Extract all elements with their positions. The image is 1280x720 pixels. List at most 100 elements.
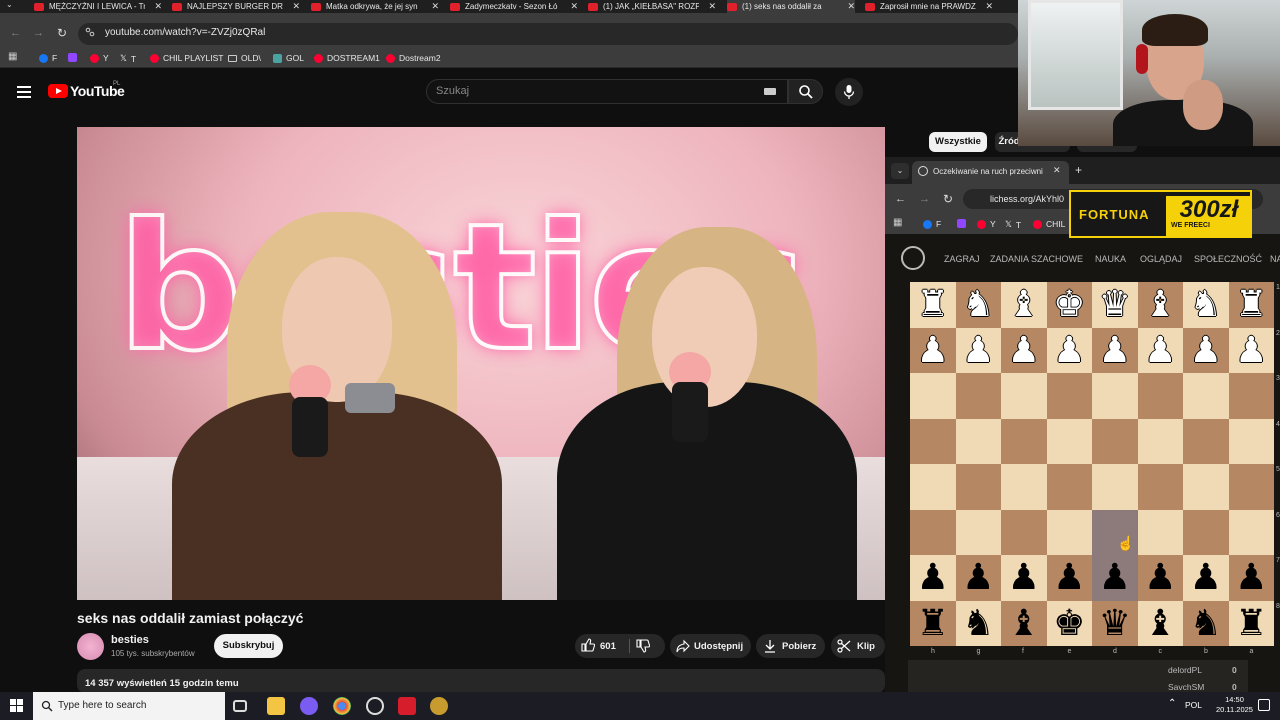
close-tab-icon[interactable]: ✕ bbox=[154, 1, 162, 12]
search-input[interactable] bbox=[426, 79, 788, 104]
windows-start-icon[interactable] bbox=[10, 699, 23, 712]
video-player[interactable]: besties bbox=[77, 127, 885, 600]
chess-piece[interactable]: ♟ bbox=[956, 555, 1002, 601]
nav-watch[interactable]: OGLĄDAJ bbox=[1140, 254, 1182, 264]
tab-search-chevron-icon[interactable]: ⌄ bbox=[891, 163, 909, 179]
bookmark-item[interactable]: 𝕏T bbox=[120, 53, 136, 64]
notifications-icon[interactable] bbox=[1258, 699, 1270, 711]
nav-community[interactable]: SPOŁECZNOŚĆ bbox=[1194, 254, 1262, 264]
apps-grid-icon[interactable]: ▦ bbox=[893, 217, 902, 228]
board-square[interactable] bbox=[1137, 373, 1183, 419]
board-square[interactable] bbox=[1092, 464, 1138, 510]
board-square[interactable] bbox=[1183, 464, 1229, 510]
bookmark-item[interactable]: GOL bbox=[273, 53, 304, 63]
language-indicator[interactable]: POL bbox=[1185, 700, 1202, 710]
board-square[interactable] bbox=[1137, 418, 1183, 464]
close-tab-icon[interactable]: ✕ bbox=[570, 1, 578, 12]
channel-name[interactable]: besties bbox=[111, 634, 149, 646]
chess-board[interactable]: ♜ ♞ ♝ ♚ ♛ ♝ ♞ ♜ ♟ ♟ ♟ ♟ ♟ ♟ ♟ ♟ ♟ ♟ ♟ ♟ ♟ ♟ ♟ ♟ ♜ ♞ ♝ ♚ ♛ ♝ ♞ ♜ bbox=[910, 282, 1274, 646]
thumbs-down-icon[interactable] bbox=[636, 639, 650, 653]
youtube-logo-icon[interactable] bbox=[48, 84, 68, 98]
menu-hamburger-icon[interactable] bbox=[17, 86, 31, 101]
chess-piece[interactable]: ♞ bbox=[1183, 601, 1229, 647]
board-square[interactable] bbox=[1228, 418, 1274, 464]
chess-piece[interactable]: ♝ bbox=[1138, 601, 1184, 647]
task-view-icon[interactable] bbox=[233, 700, 247, 712]
forward-arrow-icon[interactable]: → bbox=[33, 27, 44, 39]
app-icon[interactable] bbox=[398, 697, 416, 715]
board-square[interactable] bbox=[1046, 373, 1092, 419]
board-square[interactable] bbox=[1183, 509, 1229, 555]
board-square[interactable] bbox=[1092, 373, 1138, 419]
chess-piece[interactable]: ♚ bbox=[1047, 282, 1093, 328]
bookmark-item[interactable]: OLD\ bbox=[228, 53, 261, 63]
chip-all[interactable]: Wszystkie bbox=[929, 132, 987, 152]
board-square[interactable] bbox=[1183, 373, 1229, 419]
chess-piece[interactable]: ♟ bbox=[1047, 328, 1093, 374]
board-square[interactable] bbox=[955, 509, 1001, 555]
chess-piece[interactable]: ♟ bbox=[1001, 328, 1047, 374]
nav-puzzles[interactable]: ZADANIA SZACHOWE bbox=[990, 254, 1083, 264]
board-square[interactable] bbox=[910, 509, 956, 555]
browser-tab[interactable]: (1) JAK „KIEŁBASA" ROZPI ✕ bbox=[588, 0, 716, 13]
keyboard-icon[interactable] bbox=[764, 88, 776, 95]
clock[interactable]: 14:50 20.11.2025 bbox=[1216, 695, 1253, 715]
board-square[interactable] bbox=[1228, 464, 1274, 510]
board-square[interactable] bbox=[1046, 509, 1092, 555]
nav-play[interactable]: ZAGRAJ bbox=[944, 254, 980, 264]
chess-piece[interactable]: ♜ bbox=[910, 601, 956, 647]
board-square[interactable] bbox=[910, 373, 956, 419]
chess-piece[interactable]: ♟ bbox=[1047, 555, 1093, 601]
player-name[interactable]: delordPL bbox=[1168, 665, 1202, 675]
board-square[interactable] bbox=[955, 464, 1001, 510]
chess-piece[interactable]: ♟ bbox=[1138, 555, 1184, 601]
close-tab-icon[interactable]: ✕ bbox=[708, 1, 716, 12]
new-tab-icon[interactable]: + bbox=[1075, 163, 1082, 177]
obs-icon[interactable] bbox=[366, 697, 384, 715]
chess-piece[interactable]: ♜ bbox=[1229, 601, 1275, 647]
chess-piece[interactable]: ♟ bbox=[1183, 328, 1229, 374]
player-name[interactable]: SavchSM bbox=[1168, 682, 1204, 692]
board-square[interactable] bbox=[1046, 464, 1092, 510]
chess-piece[interactable]: ♟ bbox=[910, 555, 956, 601]
browser-tab[interactable]: (1) seks nas oddalił za ✕ bbox=[727, 0, 855, 13]
board-square[interactable] bbox=[955, 373, 1001, 419]
bookmark-item[interactable]: Dostream2 bbox=[386, 53, 441, 63]
apps-grid-icon[interactable]: ▦ bbox=[8, 51, 17, 62]
lichess-logo-icon[interactable] bbox=[901, 246, 925, 270]
chrome-icon[interactable] bbox=[333, 697, 351, 715]
bookmark-chil[interactable]: CHIL bbox=[1033, 219, 1065, 229]
board-square[interactable] bbox=[1001, 464, 1047, 510]
chess-piece[interactable]: ♟ bbox=[1092, 328, 1138, 374]
board-square[interactable] bbox=[1092, 418, 1138, 464]
browser-tab[interactable]: Zadymeczkatv - Sezon Łó ✕ bbox=[450, 0, 578, 13]
chess-piece[interactable]: ♟ bbox=[1229, 555, 1275, 601]
chess-piece[interactable]: ♟ bbox=[1229, 328, 1275, 374]
browser-tab[interactable]: Zaprosił mnie na PRAWDZ ✕ bbox=[865, 0, 993, 13]
back-arrow-icon[interactable]: ← bbox=[895, 193, 906, 205]
chess-piece[interactable]: ♞ bbox=[956, 282, 1002, 328]
bookmark-youtube[interactable]: Y bbox=[977, 219, 996, 229]
board-square[interactable] bbox=[1046, 418, 1092, 464]
close-tab-icon[interactable]: ✕ bbox=[431, 1, 439, 12]
subscribe-button[interactable]: Subskrybuj bbox=[214, 634, 283, 658]
close-tab-icon[interactable]: ✕ bbox=[847, 1, 855, 12]
board-square[interactable] bbox=[1183, 418, 1229, 464]
browser-tab[interactable]: Matka odkrywa, że jej syn ✕ bbox=[311, 0, 439, 13]
bookmark-item[interactable]: CHIL PLAYLIST bbox=[150, 53, 223, 63]
board-square[interactable] bbox=[910, 418, 956, 464]
chess-piece[interactable]: ♟ bbox=[956, 328, 1002, 374]
reload-icon[interactable]: ↻ bbox=[57, 26, 67, 40]
chess-piece[interactable]: ♟ bbox=[1001, 555, 1047, 601]
nav-more[interactable]: NA bbox=[1270, 254, 1280, 264]
back-arrow-icon[interactable]: ← bbox=[10, 27, 21, 39]
fortuna-ad-banner[interactable]: FORTUNA 300zł WE FREECI bbox=[1069, 190, 1252, 238]
chess-piece[interactable]: ♛ bbox=[1092, 282, 1138, 328]
chess-piece[interactable]: ♞ bbox=[1183, 282, 1229, 328]
bookmark-item[interactable]: DOSTREAM1 bbox=[314, 53, 380, 63]
reload-icon[interactable]: ↻ bbox=[943, 192, 953, 206]
chess-piece[interactable]: ♟ bbox=[1138, 328, 1184, 374]
search-button[interactable] bbox=[788, 79, 823, 104]
voice-search-button[interactable] bbox=[835, 78, 863, 106]
chess-piece[interactable]: ♛ bbox=[1092, 601, 1138, 647]
